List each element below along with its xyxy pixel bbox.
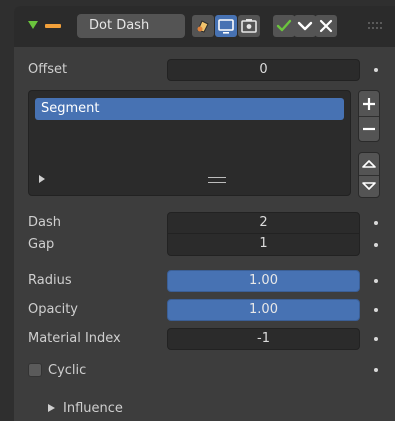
- dash-label: Dash: [28, 215, 61, 230]
- list-item-segment[interactable]: Segment: [35, 98, 344, 120]
- segment-list: Segment: [28, 90, 351, 196]
- gap-field[interactable]: 1: [167, 234, 360, 256]
- plus-icon: [363, 98, 375, 110]
- dash-row: Dash 2: [14, 212, 395, 234]
- keyframe-dot-icon[interactable]: [374, 221, 378, 225]
- keyframe-dot-icon[interactable]: [374, 279, 378, 283]
- keyframe-dot-icon[interactable]: [374, 337, 378, 341]
- radius-row: Radius 1.00: [14, 270, 395, 292]
- opacity-label: Opacity: [28, 302, 79, 317]
- add-segment-button[interactable]: [359, 91, 379, 117]
- cyclic-checkbox[interactable]: [28, 363, 42, 377]
- material-index-label: Material Index: [28, 331, 121, 346]
- chevron-up-icon: [362, 160, 376, 168]
- add-remove-buttons: [358, 90, 380, 142]
- chevron-down-icon: [362, 182, 376, 190]
- influence-subpanel-header[interactable]: Influence: [63, 401, 123, 416]
- modifier-header: Dot Dash: [14, 6, 395, 47]
- triangle-right-icon[interactable]: [48, 404, 55, 412]
- apply-button[interactable]: [273, 15, 295, 37]
- move-up-button[interactable]: [359, 153, 379, 175]
- move-buttons: [358, 152, 380, 198]
- offset-label: Offset: [28, 62, 68, 77]
- modifier-name-field[interactable]: Dot Dash: [77, 14, 185, 38]
- dash-line-icon: [45, 24, 61, 28]
- opacity-row: Opacity 1.00: [14, 299, 395, 321]
- offset-row: Offset 0: [14, 59, 395, 81]
- gap-row: Gap 1: [14, 234, 395, 256]
- modifier-menu-button[interactable]: [294, 15, 316, 37]
- keyframe-dot-icon[interactable]: [374, 243, 378, 247]
- keyframe-dot-icon[interactable]: [374, 68, 378, 72]
- list-resize-handle[interactable]: [208, 177, 226, 183]
- keyframe-dot-icon[interactable]: [374, 368, 378, 372]
- keyframe-dot-icon[interactable]: [374, 308, 378, 312]
- gap-label: Gap: [28, 237, 55, 252]
- radius-slider[interactable]: 1.00: [167, 270, 360, 292]
- triangle-down-icon[interactable]: [28, 21, 38, 29]
- chevron-down-icon: [297, 21, 313, 31]
- remove-modifier-button[interactable]: [315, 15, 337, 37]
- minus-icon: [363, 127, 375, 131]
- checkmark-icon: [276, 19, 292, 32]
- move-down-button[interactable]: [359, 176, 379, 197]
- viewport-icon: [218, 19, 234, 34]
- remove-segment-button[interactable]: [359, 117, 379, 141]
- opacity-slider[interactable]: 1.00: [167, 299, 360, 321]
- dash-field[interactable]: 2: [167, 212, 360, 234]
- edit-mode-toggle[interactable]: [192, 15, 214, 37]
- filter-toggle-icon[interactable]: [39, 175, 45, 183]
- render-icon: [241, 19, 257, 33]
- render-toggle[interactable]: [238, 15, 260, 37]
- viewport-toggle[interactable]: [215, 15, 237, 37]
- offset-field[interactable]: 0: [167, 59, 360, 81]
- cyclic-label[interactable]: Cyclic: [48, 363, 86, 378]
- close-icon: [319, 19, 333, 33]
- modifier-panel: Dot Dash Offset 0 Segment Dash 2 Gap 1 R…: [14, 6, 395, 421]
- material-index-row: Material Index -1: [14, 328, 395, 350]
- edit-mode-icon: [197, 20, 209, 33]
- material-index-field[interactable]: -1: [167, 328, 360, 350]
- grip-dots-icon[interactable]: [366, 18, 384, 34]
- radius-label: Radius: [28, 273, 72, 288]
